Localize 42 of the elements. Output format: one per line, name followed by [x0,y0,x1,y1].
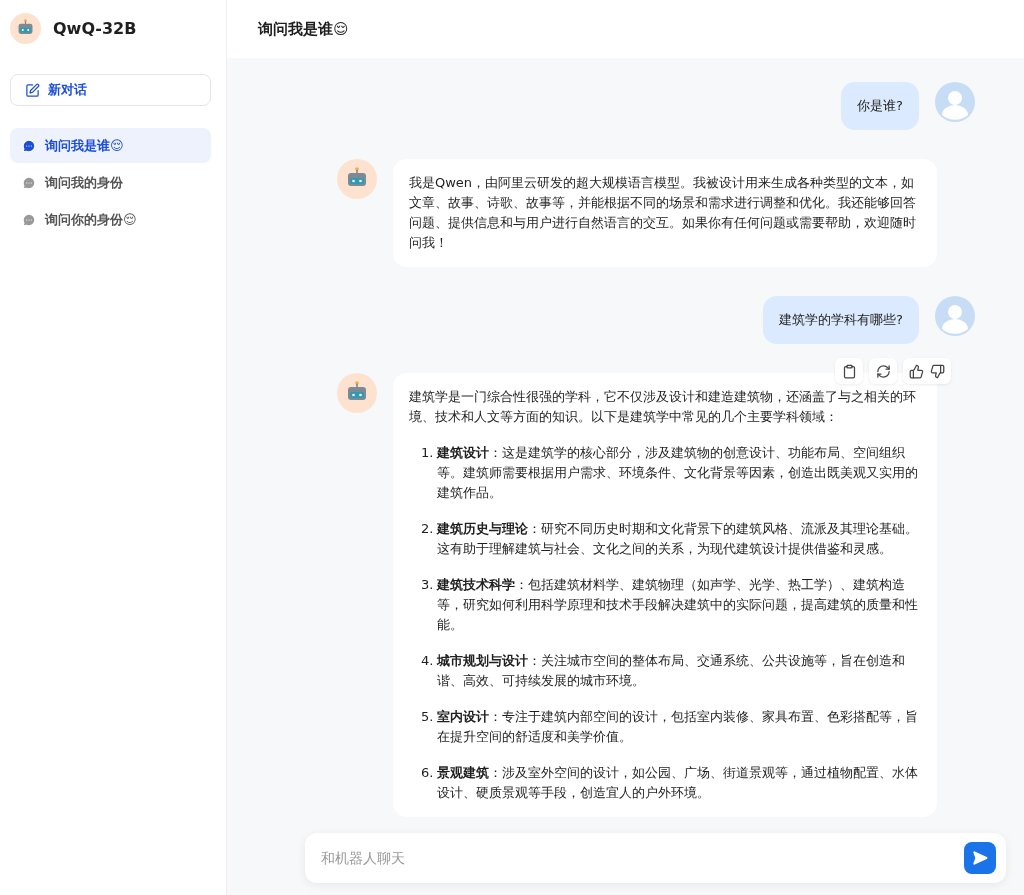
user-message: 建筑学的学科有哪些? [763,296,919,344]
copy-button[interactable] [835,358,863,384]
feedback-buttons[interactable] [903,358,951,384]
list-number: 3. [421,576,434,594]
chat-bubble-icon [22,175,36,190]
message-input[interactable]: 和机器人聊天 [319,849,964,867]
list-number: 5. [421,708,434,726]
clipboard-icon [841,363,857,379]
edit-icon [25,82,40,98]
robot-avatar [337,373,377,413]
list-item-text: 城市规划与设计：关注城市空间的整体布局、交通系统、公共设施等，旨在创造和谐、高效、可持续发展的城市环境。 [437,652,907,690]
list-number: 4. [421,652,434,670]
regenerate-button[interactable] [869,358,897,384]
chat-input-box[interactable]: 和机器人聊天 [305,833,1006,883]
user-avatar [935,82,975,122]
conversation-item[interactable]: 询问我是谁😌 [10,128,211,163]
list-number: 2. [421,520,434,538]
chat-bubble-icon [22,212,36,227]
send-icon [972,850,988,866]
app-name: QwQ-32B [53,18,137,38]
refresh-icon [875,363,891,379]
chat-title: 询问我是谁😌 [258,19,349,39]
list-number: 6. [421,764,434,782]
user-message: 你是谁? [841,82,919,130]
message-paragraph: 建筑学是一门综合性很强的学科，它不仅涉及设计和建造建筑物，还涵盖了与之相关的环境、技术和人文等方面的知识。以下是建筑学中常见的几个主要学科领域： [409,388,917,426]
send-button[interactable] [964,842,996,874]
conversation-item[interactable]: 询问你的身份😌 [10,202,211,237]
new-chat-button[interactable]: 新对话 [10,74,211,106]
message-paragraph: 我是Qwen，由阿里云研发的超大规模语言模型。我被设计用来生成各种类型的文本，如文章、故事、诗歌、故事等，并能根据不同的场景和需求进行调整和优化。我还能够回答问题、提供信息和与用户进行自然语言的交互。如果你有任何问题或需要帮助，欢迎随时问我！ [409,174,917,252]
list-item-text: 景观建筑：涉及室外空间的设计，如公园、广场、街道景观等，通过植物配置、水体设计、硬质景观等手段，创造宜人的户外环境。 [437,764,920,802]
list-item-text: 建筑技术科学：包括建筑材料学、建筑物理（如声学、光学、热工学）、建筑构造等，研究如何利用科学原理和技术手段解决建筑中的实际问题，提高建筑的质量和性能。 [437,576,920,634]
robot-avatar [10,12,41,44]
thumbs-down-icon[interactable] [930,363,945,379]
list-number: 1. [421,444,434,462]
list-item-text: 室内设计：专注于建筑内部空间的设计，包括室内装修、家具布置、色彩搭配等，旨在提升空间的舒适度和美学价值。 [437,708,920,746]
chat-bubble-icon [22,138,36,153]
thumbs-up-icon[interactable] [909,363,924,379]
conversation-item[interactable]: 询问我的身份 [10,165,211,200]
list-item-text: 建筑历史与理论：研究不同历史时期和文化背景下的建筑风格、流派及其理论基础。这有助于理解建筑与社会、文化之间的关系，为现代建筑设计提供借鉴和灵感。 [437,520,920,558]
robot-avatar [337,159,377,199]
list-item-text: 建筑设计：这是建筑学的核心部分，涉及建筑物的创意设计、功能布局、空间组织等。建筑师需要根据用户需求、环境条件、文化背景等因素，创造出既美观又实用的建筑作品。 [437,444,920,502]
user-avatar [935,296,975,336]
